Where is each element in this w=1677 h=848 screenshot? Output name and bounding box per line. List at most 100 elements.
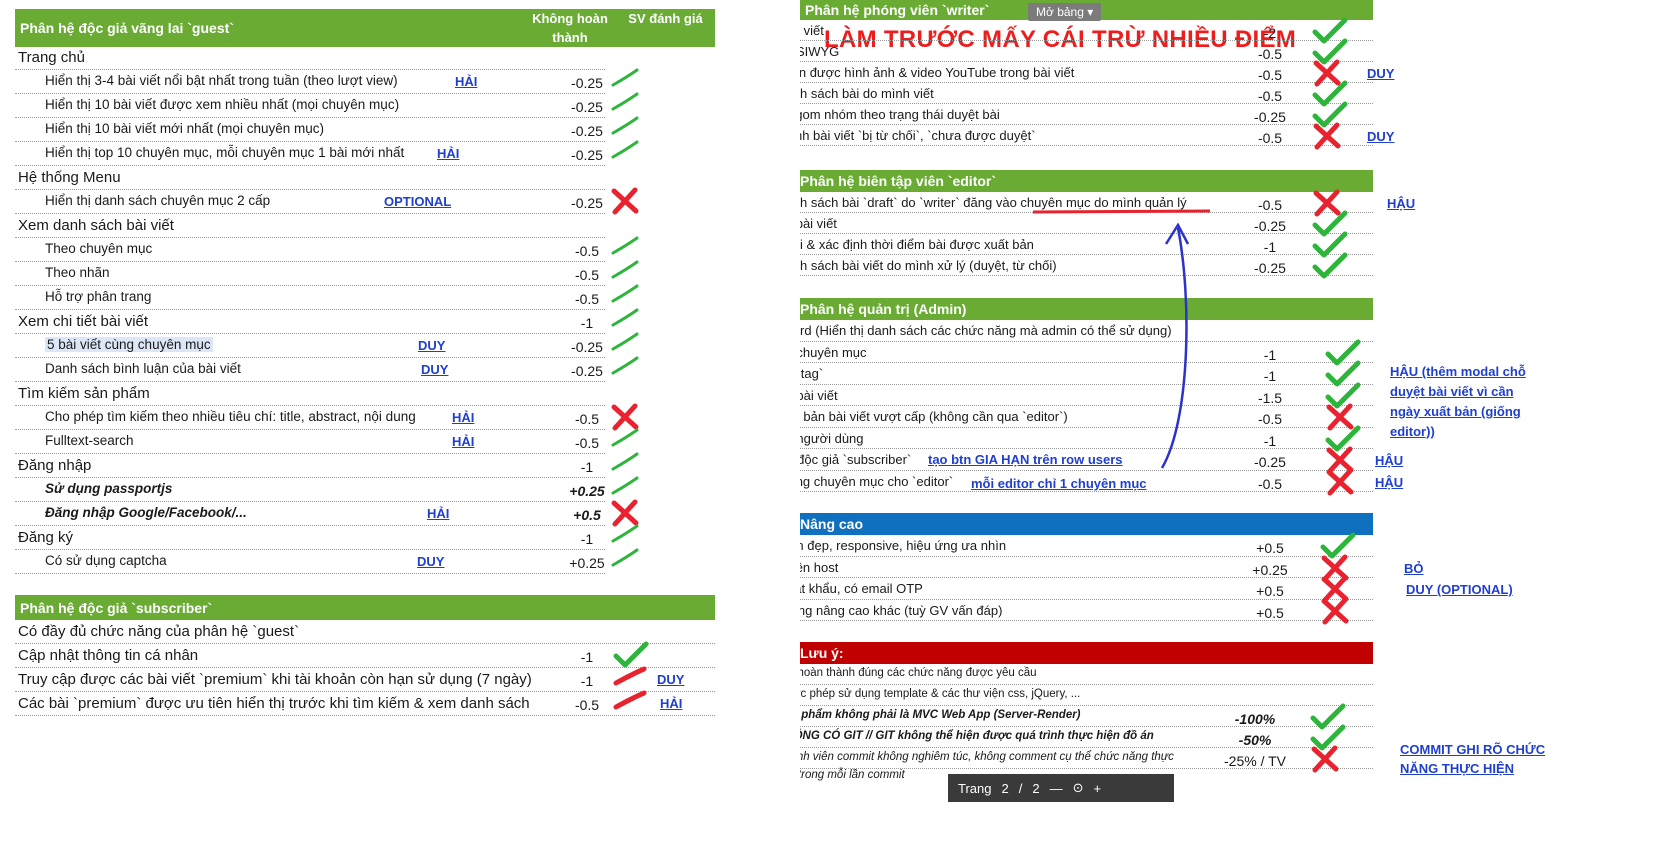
guest-table-row: Fulltext-search -0.5: [15, 430, 605, 454]
page-label: Trang: [958, 780, 992, 796]
row-label: Trang chủ: [18, 49, 85, 66]
arrow-head-annotation: [1164, 222, 1190, 245]
guest-table-row: Hệ thống Menu: [15, 166, 605, 190]
row-annotation: HẢI: [660, 696, 683, 711]
left-sheet-panel: Phân hệ độc giả vãng lai `guest` Không h…: [0, 0, 775, 848]
checkmark-icon: [610, 475, 640, 502]
zoom-out-button[interactable]: —: [1050, 781, 1063, 796]
guest-table-row: Xem danh sách bài viết: [15, 214, 605, 238]
row-annotation: DUY: [418, 338, 446, 353]
right-sheet-panel: Phân hệ phóng viên `writer` Mở bảng ▾ LÀ…: [800, 0, 1677, 848]
row-label: Hiển thị danh sách chuyên mục 2 cấp: [45, 193, 271, 208]
page-total: 2: [1032, 780, 1040, 796]
row-annotation: HẢI: [452, 434, 475, 449]
checkmark-icon: [610, 283, 640, 310]
checkmark-icon: [610, 139, 640, 166]
row-label: Cho phép tìm kiếm theo nhiều tiêu chí: t…: [45, 409, 416, 424]
guest-table-row: Hiển thị 10 bài viết được xem nhiều nhất…: [15, 94, 605, 118]
checkmark-icon: [610, 235, 640, 262]
guest-table-row: Theo chuyên mục -0.5: [15, 238, 605, 262]
guest-table-row: Có sử dụng captcha +0.25: [15, 550, 605, 574]
row-label: Có đầy đủ chức năng của phân hệ `guest`: [18, 623, 300, 640]
checkmark-icon: [610, 331, 640, 358]
row-label: Truy cập được các bài viết `premium` khi…: [18, 671, 532, 688]
checkmark-icon: [610, 115, 640, 142]
subscriber-table-row: Có đầy đủ chức năng của phân hệ `guest`: [15, 620, 715, 644]
guest-table-row: Hiển thị 3-4 bài viết nổi bật nhất trong…: [15, 70, 605, 94]
row-label: Theo nhãn: [45, 265, 110, 280]
row-value: -1: [580, 673, 594, 689]
zoom-in-button[interactable]: +: [1093, 781, 1101, 796]
guest-section-title: Phân hệ độc giả vãng lai `guest`: [20, 20, 234, 36]
row-annotation: HẢI: [427, 506, 450, 521]
guest-table-row: 5 bài viết cùng chuyên mục -0.25: [15, 334, 605, 358]
row-label: Hiển thị 10 bài viết mới nhất (mọi chuyê…: [45, 121, 324, 136]
page-current[interactable]: 2: [1001, 781, 1008, 796]
row-label: Đăng nhập: [18, 457, 92, 474]
row-label: Hiển thị top 10 chuyên mục, mỗi chuyên m…: [45, 145, 405, 160]
guest-table-row: Danh sách bình luận của bài viết -0.25: [15, 358, 605, 382]
guest-table-row: Đăng nhập -1: [15, 454, 605, 478]
guest-table-row: Hiển thị danh sách chuyên mục 2 cấp -0.25: [15, 190, 605, 214]
guest-table-row: Đăng nhập Google/Facebook/... +0.5: [15, 502, 605, 526]
row-label: 5 bài viết cùng chuyên mục: [45, 337, 213, 352]
row-label: Danh sách bình luận của bài viết: [45, 361, 241, 376]
row-label: Có sử dụng captcha: [45, 553, 167, 568]
row-label: Tìm kiếm sản phẩm: [18, 385, 150, 402]
checkmark-icon: [610, 355, 640, 382]
row-label: Hỗ trợ phân trang: [45, 289, 152, 304]
row-label: Xem chi tiết bài viết: [18, 313, 149, 330]
zoom-reset-icon[interactable]: ⊙: [1073, 780, 1084, 796]
annotation-layer: [1032, 209, 1211, 469]
row-label: Các bài `premium` được ưu tiên hiển thị …: [18, 695, 530, 712]
row-label: Fulltext-search: [45, 433, 134, 448]
guest-table-row: Cho phép tìm kiếm theo nhiều tiêu chí: t…: [15, 406, 605, 430]
guest-table-row: Theo nhãn -0.5: [15, 262, 605, 286]
row-annotation: DUY: [417, 554, 445, 569]
subscriber-table-row: Các bài `premium` được ưu tiên hiển thị …: [15, 692, 715, 716]
arrow-annotation: [1160, 227, 1188, 469]
guest-table-row: Hiển thị top 10 chuyên mục, mỗi chuyên m…: [15, 142, 605, 166]
guest-table-row: Hiển thị 10 bài viết mới nhất (mọi chuyê…: [15, 118, 605, 142]
row-value: -0.5: [574, 697, 600, 713]
row-annotation: HẢI: [437, 146, 460, 161]
subscriber-section-title: Phân hệ độc giả `subscriber`: [20, 599, 213, 616]
checkmark-icon: [610, 259, 640, 286]
subscriber-table-row: Truy cập được các bài viết `premium` khi…: [15, 668, 715, 692]
row-annotation: OPTIONAL: [384, 194, 452, 209]
checkmark-icon: [610, 523, 640, 550]
checkmark-icon: [610, 451, 640, 478]
page-controls: Trang 2 / 2 — ⊙ +: [948, 774, 1174, 802]
red-strike-icon: [613, 689, 647, 716]
row-annotation: DUY: [421, 362, 449, 377]
guest-table-row: Hỗ trợ phân trang -0.5: [15, 286, 605, 310]
row-label: Cập nhật thông tin cá nhân: [18, 647, 199, 664]
row-label: Hiển thị 3-4 bài viết nổi bật nhất trong…: [45, 73, 398, 88]
row-label: Sử dụng passportjs: [45, 481, 173, 496]
row-value: -1: [580, 649, 594, 665]
row-annotation: HẢI: [455, 74, 478, 89]
guest-table-row: Tìm kiếm sản phẩm: [15, 382, 605, 406]
column-header-self-assessment: SV đánh giá: [628, 11, 703, 26]
red-strike-icon: [613, 665, 647, 692]
subscriber-table-row: Cập nhật thông tin cá nhân -1: [15, 644, 715, 668]
guest-table-row: Sử dụng passportjs +0.25: [15, 478, 605, 502]
row-label: Theo chuyên mục: [45, 241, 153, 256]
row-annotation: HẢI: [452, 410, 475, 425]
checkmark-icon: [610, 67, 640, 94]
row-label: Hiển thị 10 bài viết được xem nhiều nhất…: [45, 97, 400, 112]
panel-divider: [775, 0, 800, 848]
row-annotation: DUY: [657, 672, 685, 687]
column-header-incomplete: Không hoàn thành: [532, 11, 608, 45]
page-separator: /: [1018, 780, 1023, 796]
checkmark-icon: [610, 547, 640, 574]
row-label: Hệ thống Menu: [18, 169, 121, 186]
checkmark-icon: [610, 427, 640, 454]
guest-table-row: Đăng ký -1: [15, 526, 605, 550]
underline-annotation: [1032, 209, 1211, 214]
checkmark-icon: [610, 91, 640, 118]
subscriber-section-header: Phân hệ độc giả `subscriber`: [15, 595, 715, 620]
row-label: Đăng nhập Google/Facebook/...: [45, 505, 247, 520]
checkmark-icon: [610, 307, 640, 334]
guest-table-row: Trang chủ: [15, 46, 605, 70]
